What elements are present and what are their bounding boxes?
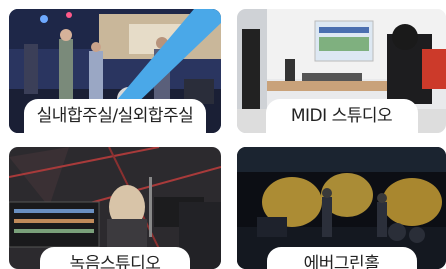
card-label-recording-studio: 녹음스튜디오 <box>40 247 190 269</box>
card-evergreen-hall[interactable]: 에버그린홀 <box>237 147 446 269</box>
card-ensemble-room[interactable]: 실내합주실/실외합주실 <box>9 9 221 133</box>
card-label-midi-studio: MIDI 스튜디오 <box>265 99 418 133</box>
card-label-evergreen-hall: 에버그린홀 <box>266 247 417 269</box>
card-recording-studio[interactable]: 녹음스튜디오 <box>9 147 221 269</box>
card-midi-studio[interactable]: MIDI 스튜디오 <box>237 9 446 133</box>
card-label-ensemble-room: 실내합주실/실외합주실 <box>24 99 206 133</box>
